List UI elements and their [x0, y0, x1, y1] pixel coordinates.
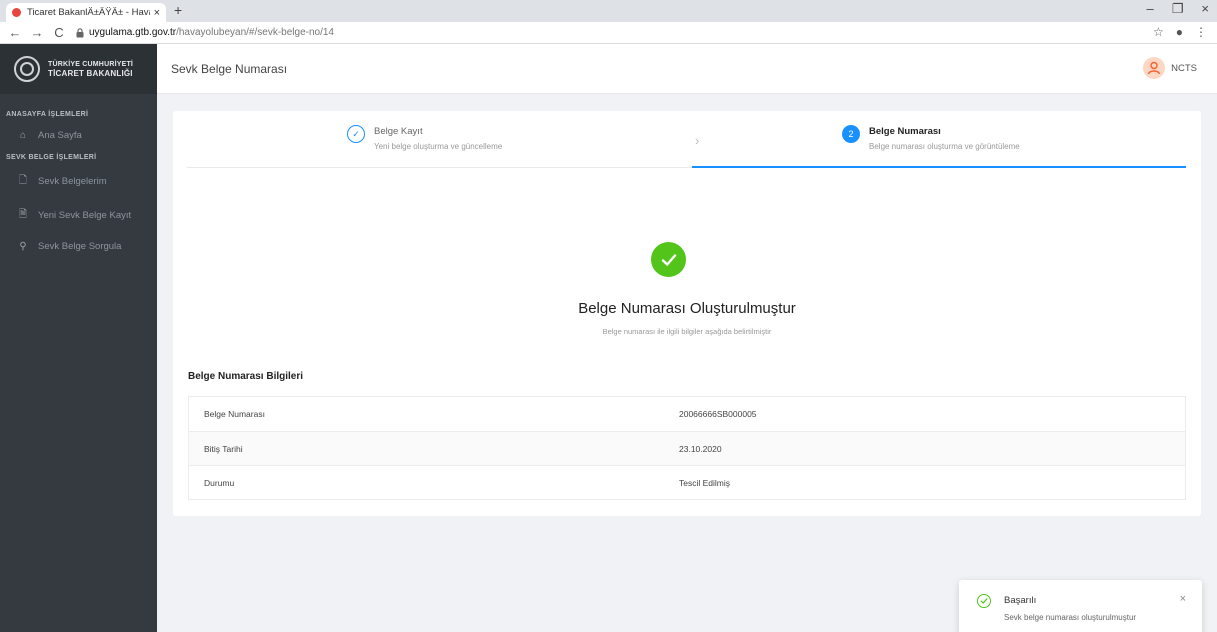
- reload-icon[interactable]: C: [52, 25, 66, 40]
- row-value: 23.10.2020: [679, 443, 722, 454]
- step-check-icon: ✓: [347, 125, 365, 143]
- page-title: Sevk Belge Numarası: [171, 62, 288, 76]
- row-label: Bitiş Tarihi: [204, 443, 243, 454]
- url-path: /havayolubeyan/#/sevk-belge-no/14: [176, 27, 334, 38]
- window-controls: – ❐ ×: [1147, 1, 1209, 17]
- logo-line-1: TÜRKİYE CUMHURİYETİ: [48, 61, 134, 68]
- tab-title: Ticaret BakanlÄ±ÄŸÄ± - Havayo: [27, 7, 150, 18]
- table-row: Bitiş Tarihi 23.10.2020: [189, 431, 1185, 465]
- row-label: Durumu: [204, 477, 235, 488]
- toast-message: Sevk belge numarası oluşturulmuştur: [1004, 613, 1137, 622]
- user-name: NCTS: [1171, 62, 1197, 74]
- section-homepage: ANASAYFA İŞLEMLERİ: [6, 111, 89, 118]
- search-icon: ⚲: [19, 240, 27, 252]
- sidebar-item-home[interactable]: ⌂ Ana Sayfa: [0, 126, 157, 144]
- file-add-icon: 🗎: [18, 208, 28, 220]
- section-shipment: SEVK BELGE İŞLEMLERİ: [6, 154, 97, 161]
- user-menu[interactable]: NCTS: [1143, 57, 1197, 79]
- profile-icon[interactable]: ●: [1176, 25, 1183, 39]
- success-check-icon: [651, 242, 686, 277]
- page-header: Sevk Belge Numarası NCTS: [157, 44, 1217, 94]
- sidebar-item-label: Ana Sayfa: [38, 129, 82, 141]
- table-row: Belge Numarası 20066666SB000005: [189, 397, 1185, 431]
- logo[interactable]: TÜRKİYE CUMHURİYETİ TİCARET BAKANLIĞI: [0, 44, 157, 94]
- sidebar: TÜRKİYE CUMHURİYETİ TİCARET BAKANLIĞI AN…: [0, 44, 157, 632]
- star-icon[interactable]: ☆: [1153, 25, 1164, 39]
- maximize-icon[interactable]: ❐: [1172, 1, 1184, 17]
- sidebar-item-new-document[interactable]: 🗎 Yeni Sevk Belge Kayıt: [0, 206, 157, 224]
- step-document-number[interactable]: 2 Belge Numarası Belge numarası oluşturm…: [842, 125, 1020, 151]
- step-subtitle: Yeni belge oluşturma ve güncelleme: [374, 142, 503, 151]
- success-toast: Başarılı Sevk belge numarası oluşturulmu…: [959, 580, 1202, 632]
- address-bar: ← → C uygulama.gtb.gov.tr/havayolubeyan/…: [0, 22, 1217, 44]
- url-host: uygulama.gtb.gov.tr: [89, 27, 177, 38]
- forward-icon[interactable]: →: [30, 25, 44, 40]
- lock-icon: [76, 27, 84, 37]
- active-step-indicator: [692, 166, 1186, 168]
- sidebar-item-my-documents[interactable]: 🗋 Sevk Belgelerim: [0, 172, 157, 190]
- home-icon: ⌂: [19, 129, 27, 141]
- new-tab-button[interactable]: +: [174, 2, 182, 18]
- browser-tab[interactable]: Ticaret BakanlÄ±ÄŸÄ± - Havayo ×: [6, 3, 166, 22]
- emblem-icon: [14, 56, 40, 82]
- window-close-icon[interactable]: ×: [1201, 1, 1209, 17]
- url-field[interactable]: uygulama.gtb.gov.tr/havayolubeyan/#/sevk…: [76, 27, 334, 38]
- main-card: ✓ Belge Kayıt Yeni belge oluşturma ve gü…: [173, 111, 1201, 516]
- user-icon: [1147, 61, 1161, 75]
- menu-icon[interactable]: ⋮: [1195, 25, 1207, 39]
- sidebar-item-label: Sevk Belgelerim: [38, 175, 107, 187]
- table-row: Durumu Tescil Edilmiş: [189, 465, 1185, 499]
- step-subtitle: Belge numarası oluşturma ve görüntüleme: [869, 142, 1020, 151]
- toast-close-icon[interactable]: ×: [1180, 593, 1186, 605]
- steps: ✓ Belge Kayıt Yeni belge oluşturma ve gü…: [187, 111, 1186, 168]
- sidebar-item-label: Yeni Sevk Belge Kayıt: [38, 209, 132, 221]
- back-icon[interactable]: ←: [8, 25, 22, 40]
- favicon-icon: [12, 8, 21, 17]
- info-section-title: Belge Numarası Bilgileri: [188, 371, 304, 382]
- toast-check-icon: [977, 594, 991, 608]
- row-value: 20066666SB000005: [679, 409, 757, 419]
- minimize-icon[interactable]: –: [1147, 1, 1154, 17]
- browser-tab-bar: Ticaret BakanlÄ±ÄŸÄ± - Havayo × + – ❐ ×: [0, 0, 1217, 22]
- step-document-record[interactable]: ✓ Belge Kayıt Yeni belge oluşturma ve gü…: [347, 125, 502, 151]
- file-icon: 🗋: [18, 174, 28, 186]
- avatar: [1143, 57, 1166, 79]
- row-label: Belge Numarası: [204, 409, 265, 419]
- info-table: Belge Numarası 20066666SB000005 Bitiş Ta…: [188, 396, 1186, 500]
- step-title: Belge Kayıt: [374, 126, 423, 137]
- result-title: Belge Numarası Oluşturulmuştur: [578, 300, 796, 317]
- row-value: Tescil Edilmiş: [679, 477, 731, 488]
- chevron-right-icon: ›: [695, 133, 700, 148]
- step-number: 2: [842, 125, 860, 143]
- result-subtitle: Belge numarası ile ilgili bilgiler aşağı…: [602, 327, 772, 336]
- logo-text: TÜRKİYE CUMHURİYETİ TİCARET BAKANLIĞI: [48, 60, 133, 78]
- sidebar-item-search-document[interactable]: ⚲ Sevk Belge Sorgula: [0, 237, 157, 255]
- address-bar-actions: ☆ ● ⋮: [1153, 25, 1207, 39]
- toast-title: Başarılı: [1004, 595, 1037, 606]
- step-title: Belge Numarası: [869, 126, 941, 137]
- sidebar-item-label: Sevk Belge Sorgula: [38, 240, 122, 252]
- tab-close-icon[interactable]: ×: [154, 7, 160, 19]
- logo-line-2: TİCARET BAKANLIĞI: [48, 69, 133, 78]
